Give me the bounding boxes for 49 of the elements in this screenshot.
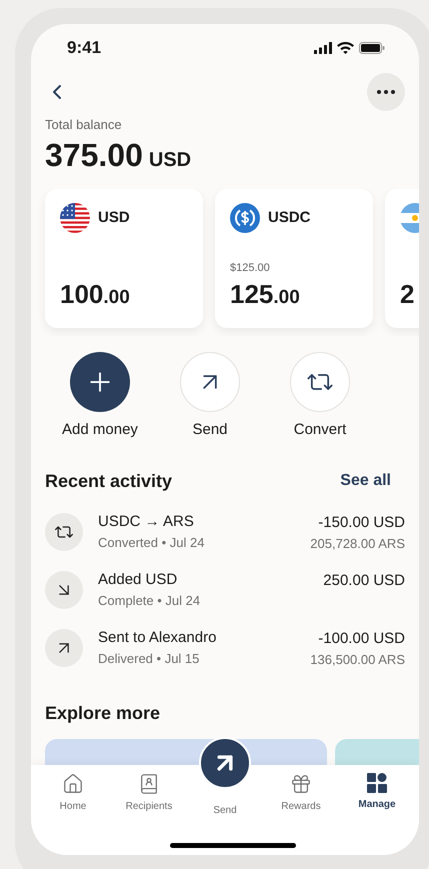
more-icon bbox=[377, 90, 395, 94]
activity-row[interactable]: USDC → ARS Converted • Jul 24 -150.00 USD 205,728.00 ARS bbox=[45, 503, 405, 561]
activity-amount: -150.00 USD bbox=[318, 514, 405, 532]
section-title: Recent activity bbox=[45, 470, 172, 493]
activity-amount: 250.00 USD bbox=[323, 572, 405, 590]
signal-icon bbox=[314, 42, 332, 54]
card-amount: 100.00 bbox=[60, 279, 131, 311]
nav-tab[interactable]: Home bbox=[35, 773, 111, 817]
nav-tab[interactable]: Rewards bbox=[263, 773, 339, 817]
activity-status: Converted • Jul 24 bbox=[98, 535, 206, 551]
activity-status: Complete • Jul 24 bbox=[98, 593, 202, 609]
activity-converted-amount: 136,500.00 ARS bbox=[310, 652, 405, 668]
activity-title: Added USD bbox=[98, 571, 178, 589]
balance-label: Total balance bbox=[45, 116, 123, 134]
fiat-value: $125.00 bbox=[230, 260, 271, 276]
currency-card[interactable]: 2 bbox=[385, 189, 419, 328]
activity-amount: -100.00 USD bbox=[318, 630, 405, 648]
balance-amount: 375.00 bbox=[45, 137, 143, 173]
convert-action[interactable]: Convert bbox=[265, 352, 375, 439]
nav-tab[interactable]: Manage bbox=[339, 773, 415, 817]
currency-card[interactable]: USD 100.00 bbox=[45, 189, 203, 328]
us-flag-icon bbox=[60, 203, 90, 233]
balance-currency: USD bbox=[148, 148, 192, 173]
wifi-icon bbox=[337, 42, 354, 54]
nav-label[interactable]: Send bbox=[213, 803, 237, 818]
currency-code: USD bbox=[98, 208, 130, 228]
add-action[interactable]: Add money bbox=[45, 352, 155, 439]
activity-row[interactable]: Added USD Complete • Jul 24 250.00 USD bbox=[45, 561, 405, 619]
currency-card[interactable]: USDC $125.00 125.00 bbox=[215, 189, 373, 328]
activity-title: USDC → ARS bbox=[98, 513, 195, 531]
activity-row[interactable]: Sent to Alexandro Delivered • Jul 15 -100.00 USD 136,500.00 ARS bbox=[45, 619, 405, 677]
battery-icon bbox=[359, 42, 385, 54]
more-button[interactable] bbox=[367, 73, 405, 111]
dollar-coin-icon bbox=[230, 203, 260, 233]
home-icon bbox=[62, 773, 84, 795]
card-amount: 2 bbox=[400, 279, 416, 311]
activity-converted-amount: 205,728.00 ARS bbox=[310, 536, 405, 552]
gift-icon bbox=[290, 773, 312, 795]
see-all-link[interactable]: See all bbox=[340, 469, 391, 493]
section-title: Explore more bbox=[45, 702, 162, 725]
send-action[interactable]: Send bbox=[155, 352, 265, 439]
nav-tab[interactable]: Recipients bbox=[111, 773, 187, 817]
currency-code: USDC bbox=[268, 208, 311, 228]
card-amount: 125.00 bbox=[230, 279, 301, 311]
activity-title: Sent to Alexandro bbox=[98, 629, 218, 647]
contacts-book-icon bbox=[138, 773, 160, 795]
activity-status: Delivered • Jul 15 bbox=[98, 651, 200, 667]
grid-icon bbox=[367, 773, 387, 793]
status-time: 9:41 bbox=[67, 37, 102, 60]
